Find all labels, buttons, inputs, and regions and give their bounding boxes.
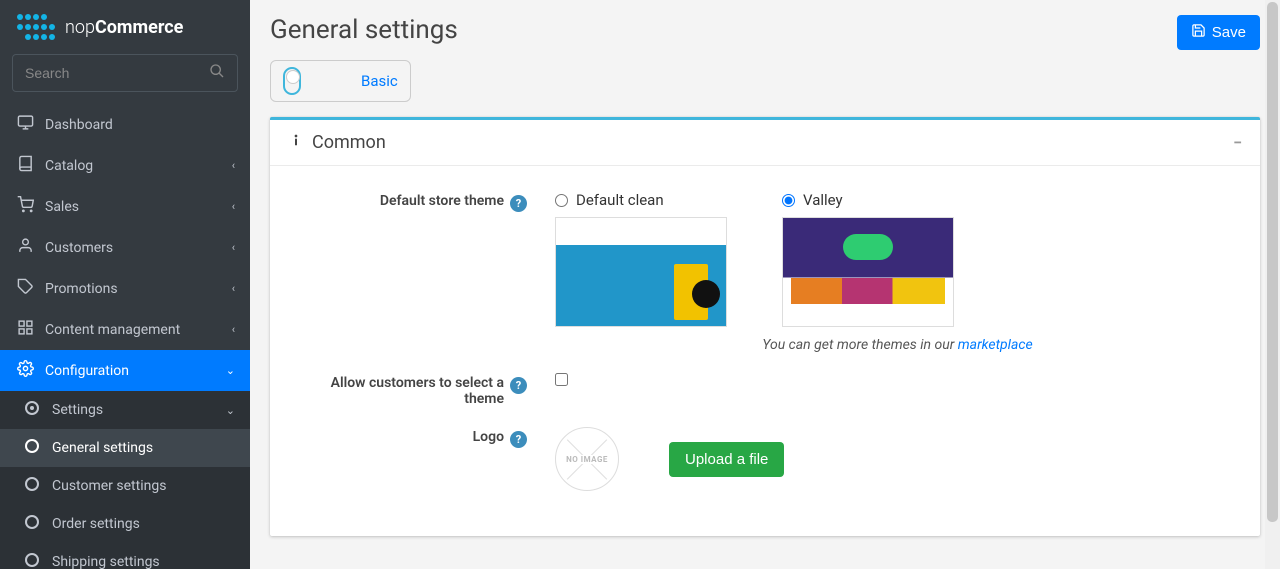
sidebar: nopCommerce Dashboard Catalog ‹ Sales ‹ Cu… [0, 0, 250, 569]
page-title: General settings [270, 15, 458, 45]
nav-content-management[interactable]: Content management ‹ [0, 309, 250, 350]
nav-configuration[interactable]: Configuration ⌄ [0, 350, 250, 391]
checkbox-allow-select-theme[interactable] [555, 373, 568, 386]
panel-title: Common [288, 132, 386, 153]
label-default-theme: Default store theme [380, 193, 504, 209]
help-icon[interactable]: ? [510, 431, 527, 448]
nav-label: Promotions [45, 281, 118, 297]
brand-dots-icon [15, 12, 55, 42]
circle-icon [22, 553, 42, 569]
book-icon [15, 155, 35, 176]
desktop-icon [15, 114, 35, 135]
chevron-left-icon: ‹ [232, 282, 235, 295]
sidebar-nav: Dashboard Catalog ‹ Sales ‹ Customers ‹ Pro… [0, 104, 250, 569]
settings-mode-toggle[interactable]: Basic [270, 60, 411, 102]
user-icon [15, 237, 35, 258]
chevron-left-icon: ‹ [232, 159, 235, 172]
save-icon [1191, 23, 1206, 42]
circle-icon [22, 439, 42, 457]
no-image-placeholder: NO IMAGE [555, 427, 619, 491]
search-input[interactable] [25, 65, 209, 81]
search-icon [209, 63, 225, 83]
help-icon[interactable]: ? [510, 195, 527, 212]
help-icon[interactable]: ? [510, 377, 527, 394]
brand-name: nopCommerce [65, 17, 183, 38]
cubes-icon [15, 319, 35, 340]
chevron-left-icon: ‹ [232, 200, 235, 213]
tags-icon [15, 278, 35, 299]
cogs-icon [15, 360, 35, 381]
nav-customers[interactable]: Customers ‹ [0, 227, 250, 268]
sidebar-search[interactable] [12, 54, 238, 92]
theme-name: Valley [803, 191, 843, 209]
nav-shipping-settings[interactable]: Shipping settings [0, 543, 250, 569]
brand-logo[interactable]: nopCommerce [0, 0, 250, 54]
panel-common: Common − Default store theme ? Default c… [270, 117, 1260, 536]
collapse-button[interactable]: − [1233, 133, 1242, 152]
upload-file-button[interactable]: Upload a file [669, 442, 784, 477]
nav-label: Customers [45, 240, 113, 256]
nav-promotions[interactable]: Promotions ‹ [0, 268, 250, 309]
nav-catalog[interactable]: Catalog ‹ [0, 145, 250, 186]
nav-label: Settings [52, 402, 103, 418]
marketplace-note: You can get more themes in our marketpla… [555, 337, 1240, 353]
label-allow-select-theme: Allow customers to select a theme [304, 375, 504, 407]
mode-label: Basic [361, 72, 398, 90]
theme-name: Default clean [576, 191, 664, 209]
nav-label: Order settings [52, 516, 140, 532]
label-logo: Logo [473, 429, 504, 445]
nav-sales[interactable]: Sales ‹ [0, 186, 250, 227]
nav-label: Sales [45, 199, 79, 215]
nav-label: Configuration [45, 363, 129, 379]
circle-icon [22, 515, 42, 533]
save-button[interactable]: Save [1177, 15, 1260, 50]
nav-label: Content management [45, 322, 180, 338]
nav-general-settings[interactable]: General settings [0, 429, 250, 467]
nav-label: Customer settings [52, 478, 166, 494]
nav-label: Shipping settings [52, 554, 160, 569]
radio-valley[interactable] [782, 194, 795, 207]
nav-customer-settings[interactable]: Customer settings [0, 467, 250, 505]
nav-label: General settings [52, 440, 153, 456]
chevron-down-icon: ⌄ [226, 404, 235, 417]
marketplace-link[interactable]: marketplace [958, 337, 1033, 353]
nav-label: Dashboard [45, 117, 113, 133]
chevron-down-icon: ⌄ [226, 364, 235, 377]
circle-icon [22, 477, 42, 495]
circle-dot-icon [22, 401, 42, 419]
theme-preview-valley [782, 217, 954, 327]
theme-option-valley[interactable]: Valley [782, 191, 954, 327]
chevron-left-icon: ‹ [232, 323, 235, 336]
nav-dashboard[interactable]: Dashboard [0, 104, 250, 145]
cart-icon [15, 196, 35, 217]
toggle-switch-icon [283, 67, 301, 95]
theme-preview-default-clean [555, 217, 727, 327]
theme-option-default-clean[interactable]: Default clean [555, 191, 727, 327]
save-label: Save [1212, 24, 1246, 41]
radio-default-clean[interactable] [555, 194, 568, 207]
main-content: General settings Save Basic Common − [250, 0, 1280, 569]
nav-label: Catalog [45, 158, 93, 174]
scrollbar[interactable] [1265, 0, 1280, 569]
info-icon [288, 132, 304, 153]
nav-order-settings[interactable]: Order settings [0, 505, 250, 543]
chevron-left-icon: ‹ [232, 241, 235, 254]
nav-settings[interactable]: Settings ⌄ [0, 391, 250, 429]
